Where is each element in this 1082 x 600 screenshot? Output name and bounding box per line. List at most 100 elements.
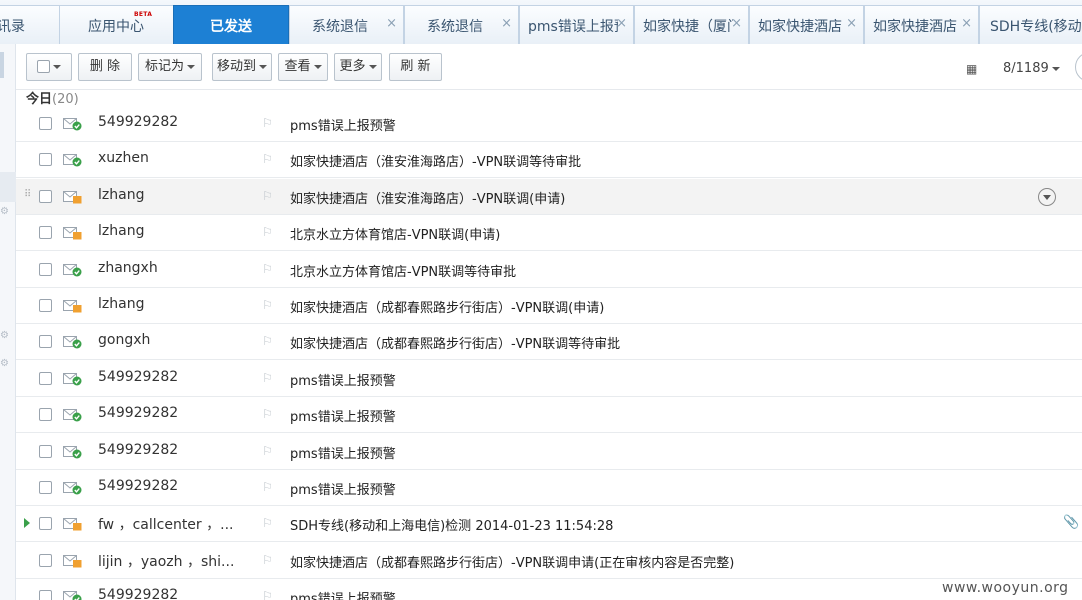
close-icon[interactable]: × (731, 16, 742, 31)
message-subject[interactable]: pms错误上报预警 (290, 115, 396, 134)
expand-thread-icon[interactable] (24, 518, 30, 529)
message-sender[interactable]: 549929282 (98, 587, 178, 600)
tab-app-center[interactable]: 应用中心 BETA (59, 5, 174, 44)
row-checkbox[interactable] (39, 590, 52, 600)
flag-icon[interactable]: ⚐ (262, 516, 273, 530)
flag-icon[interactable]: ⚐ (262, 189, 273, 203)
calendar-icon[interactable]: ▦ (966, 62, 977, 76)
select-all-dropdown[interactable] (26, 53, 72, 81)
row-checkbox[interactable] (39, 553, 52, 567)
message-subject[interactable]: 如家快捷酒店（成都春熙路步行街店）-VPN联调(申请) (290, 297, 604, 316)
message-row[interactable]: lzhang ⚐ 北京水立方体育馆店-VPN联调(申请) (16, 215, 1082, 252)
row-checkbox[interactable] (39, 117, 52, 130)
message-sender[interactable]: 549929282 (98, 442, 178, 458)
tab-rujia-hotel-2[interactable]: 如家快捷酒店 × (864, 5, 979, 44)
tab-sent[interactable]: 已发送 (173, 5, 289, 44)
message-sender[interactable]: 549929282 (98, 114, 178, 130)
message-subject[interactable]: pms错误上报预警 (290, 479, 396, 498)
sidebar-selected-item[interactable] (0, 172, 16, 202)
message-subject[interactable]: pms错误上报预警 (290, 370, 396, 389)
message-subject[interactable]: 北京水立方体育馆店-VPN联调等待审批 (290, 261, 516, 280)
flag-icon[interactable]: ⚐ (262, 553, 273, 567)
message-sender[interactable]: fw ，callcenter ，... (98, 514, 233, 534)
message-sender[interactable]: 549929282 (98, 369, 178, 385)
flag-icon[interactable]: ⚐ (262, 371, 273, 385)
close-icon[interactable]: × (501, 16, 512, 31)
message-row[interactable]: 549929282 ⚐ pms错误上报预警 (16, 433, 1082, 470)
move-to-button[interactable]: 移动到 (212, 53, 272, 81)
tab-rujia-xiamen[interactable]: 如家快捷（厦门 × (634, 5, 749, 44)
message-subject[interactable]: 如家快捷酒店（淮安淮海路店）-VPN联调(申请) (290, 188, 565, 207)
message-sender[interactable]: xuzhen (98, 150, 149, 166)
message-subject[interactable]: 北京水立方体育馆店-VPN联调(申请) (290, 224, 500, 243)
refresh-button[interactable]: 刷 新 (389, 53, 442, 81)
flag-icon[interactable]: ⚐ (262, 444, 273, 458)
flag-icon[interactable]: ⚐ (262, 298, 273, 312)
message-sender[interactable]: lzhang (98, 296, 144, 312)
message-subject[interactable]: 如家快捷酒店（成都春熙路步行街店）-VPN联调申请(正在审核内容是否完整) (290, 552, 734, 571)
message-row[interactable]: xuzhen ⚐ 如家快捷酒店（淮安淮海路店）-VPN联调等待审批 (16, 142, 1082, 179)
message-row[interactable]: 549929282 ⚐ pms错误上报预警 (16, 579, 1082, 600)
sidebar-toggle[interactable] (0, 52, 4, 78)
row-checkbox[interactable] (39, 444, 52, 458)
message-sender[interactable]: gongxh (98, 332, 150, 348)
message-subject[interactable]: 如家快捷酒店（成都春熙路步行街店）-VPN联调等待审批 (290, 333, 620, 352)
page-indicator[interactable]: 8/1189 (1003, 61, 1060, 76)
next-page-button[interactable] (1075, 52, 1082, 82)
row-menu-button[interactable] (1038, 187, 1056, 206)
flag-icon[interactable]: ⚐ (262, 152, 273, 166)
row-checkbox[interactable] (39, 335, 52, 349)
flag-icon[interactable]: ⚐ (262, 407, 273, 421)
message-row[interactable]: fw ，callcenter ，... ⚐ SDH专线(移动和上海电信)检测 201… (16, 506, 1082, 543)
drag-handle-icon[interactable]: ⠿ (24, 189, 31, 200)
row-checkbox[interactable] (39, 262, 52, 276)
message-sender[interactable]: lzhang (98, 187, 144, 203)
message-row[interactable]: 549929282 ⚐ pms错误上报预警 (16, 470, 1082, 506)
message-sender[interactable]: 549929282 (98, 405, 178, 421)
row-checkbox[interactable] (39, 517, 52, 531)
mark-as-button[interactable]: 标记为 (138, 53, 202, 81)
delete-button[interactable]: 删 除 (78, 53, 132, 81)
select-all-checkbox[interactable] (37, 60, 50, 73)
message-row[interactable]: 549929282 ⚐ pms错误上报预警 (16, 360, 1082, 397)
row-checkbox[interactable] (39, 226, 52, 240)
gear-icon[interactable]: ⚙ (0, 206, 9, 217)
tab-pms-alert[interactable]: pms错误上报预警 × (519, 5, 634, 44)
row-checkbox[interactable] (39, 481, 52, 494)
gear-icon[interactable]: ⚙ (0, 330, 9, 341)
close-icon[interactable]: × (961, 16, 972, 31)
tab-rujia-hotel-1[interactable]: 如家快捷酒店 × (749, 5, 864, 44)
message-subject[interactable]: pms错误上报预警 (290, 443, 396, 462)
row-checkbox[interactable] (39, 299, 52, 312)
message-row[interactable]: zhangxh ⚐ 北京水立方体育馆店-VPN联调等待审批 (16, 251, 1082, 288)
message-row[interactable]: gongxh ⚐ 如家快捷酒店（成都春熙路步行街店）-VPN联调等待审批 (16, 324, 1082, 361)
message-row[interactable]: lijin ，yaozh ，shi... ⚐ 如家快捷酒店（成都春熙路步行街店）-V… (16, 542, 1082, 579)
flag-icon[interactable]: ⚐ (262, 334, 273, 348)
flag-icon[interactable]: ⚐ (262, 480, 273, 494)
tab-contacts[interactable]: 讯录 (0, 5, 60, 44)
flag-icon[interactable]: ⚐ (262, 589, 273, 600)
flag-icon[interactable]: ⚐ (262, 225, 273, 239)
flag-icon[interactable]: ⚐ (262, 116, 273, 130)
more-button[interactable]: 更多 (334, 53, 382, 81)
tab-bounce-1[interactable]: 系统退信 × (289, 5, 404, 44)
message-row[interactable]: 549929282 ⚐ pms错误上报预警 (16, 397, 1082, 434)
message-subject[interactable]: 如家快捷酒店（淮安淮海路店）-VPN联调等待审批 (290, 151, 581, 170)
tab-bounce-2[interactable]: 系统退信 × (404, 5, 519, 44)
flag-icon[interactable]: ⚐ (262, 262, 273, 276)
row-checkbox[interactable] (39, 371, 52, 385)
message-row[interactable]: ⠿ lzhang ⚐ 如家快捷酒店（淮安淮海路店）-VPN联调(申请) (16, 178, 1082, 215)
row-checkbox[interactable] (39, 189, 52, 203)
row-checkbox[interactable] (39, 408, 52, 422)
message-row[interactable]: 549929282 ⚐ pms错误上报预警 (16, 106, 1082, 142)
message-subject[interactable]: SDH专线(移动和上海电信)检测 2014-01-23 11:54:28 (290, 515, 613, 534)
close-icon[interactable]: × (616, 16, 627, 31)
view-button[interactable]: 查看 (278, 53, 328, 81)
close-icon[interactable]: × (386, 16, 397, 31)
gear-icon[interactable]: ⚙ (0, 358, 9, 369)
row-checkbox[interactable] (39, 153, 52, 167)
message-sender[interactable]: 549929282 (98, 478, 178, 494)
message-subject[interactable]: pms错误上报预警 (290, 406, 396, 425)
message-sender[interactable]: lijin ，yaozh ，shi... (98, 551, 234, 571)
message-subject[interactable]: pms错误上报预警 (290, 588, 396, 600)
